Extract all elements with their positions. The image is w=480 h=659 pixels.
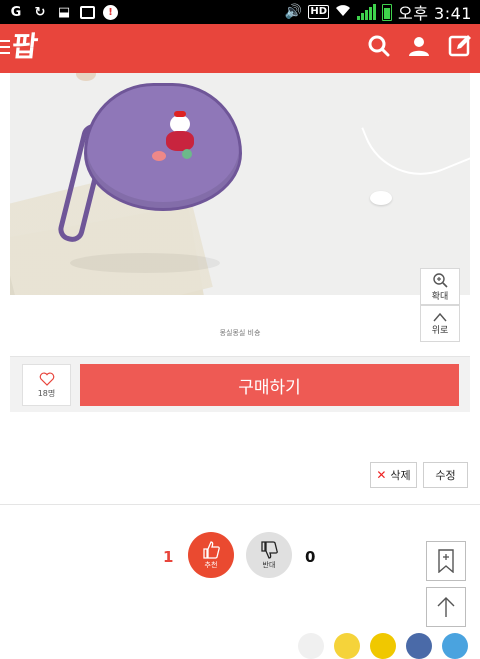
divider <box>0 504 480 505</box>
battery-icon <box>382 3 393 21</box>
bookmark-add-button[interactable] <box>426 541 466 581</box>
wifi-icon <box>335 3 351 21</box>
heart-icon <box>39 372 54 386</box>
notification-icon: ! <box>103 4 118 20</box>
share-icon[interactable] <box>298 633 324 659</box>
zoom-in-button[interactable]: 확대 <box>420 268 460 305</box>
download-icon: ⬓ <box>57 4 71 20</box>
share-kakaostory-icon[interactable] <box>370 633 396 659</box>
thumbs-down-icon <box>261 541 278 559</box>
upvote-button[interactable]: 추천 <box>188 532 234 578</box>
product-caption: 몽실몽실 비숑 <box>219 329 261 337</box>
product-image[interactable] <box>10 73 470 295</box>
share-kakao-icon[interactable] <box>334 633 360 659</box>
shell-decor <box>76 73 96 81</box>
edit-button[interactable]: 수정 <box>423 462 468 488</box>
earbud <box>370 191 392 205</box>
write-icon[interactable] <box>448 34 472 58</box>
clock: 오후 3:41 <box>398 4 472 23</box>
downvote-label: 반대 <box>262 561 276 569</box>
hd-badge: HD <box>308 5 330 19</box>
signal-icon <box>357 4 377 20</box>
zoom-in-label: 확대 <box>431 291 449 302</box>
bichon-character <box>160 111 200 157</box>
downvote-button[interactable]: 반대 <box>246 532 292 578</box>
status-bar: G ↻ ⬓ ! 🔊 HD 오후 3:41 <box>0 0 480 24</box>
chevron-up-icon <box>433 312 447 321</box>
app-logo[interactable]: 팝 <box>10 30 37 64</box>
arrow-up-icon <box>437 597 455 617</box>
refresh-icon: ↻ <box>34 4 46 20</box>
g-icon: G <box>10 4 22 20</box>
menu-icon[interactable] <box>0 40 10 58</box>
magnifier-plus-icon <box>433 272 448 288</box>
upvote-label: 추천 <box>204 561 218 569</box>
bookmark-plus-icon <box>438 549 454 573</box>
like-button[interactable]: 18명 <box>22 364 71 406</box>
user-icon[interactable] <box>408 35 430 57</box>
thumbs-up-icon <box>203 541 220 559</box>
app-header: 팝 <box>0 24 480 73</box>
earphone-cable <box>361 83 470 193</box>
share-twitter-icon[interactable] <box>442 633 468 659</box>
volume-icon: 🔊 <box>284 4 303 20</box>
edit-label: 수정 <box>435 469 456 482</box>
close-icon: ✕ <box>376 468 387 482</box>
image-icon <box>80 5 95 19</box>
buy-button[interactable]: 구매하기 <box>80 364 459 406</box>
delete-button[interactable]: ✕ 삭제 <box>370 462 417 488</box>
like-count: 18명 <box>37 388 56 398</box>
upvote-count: 1 <box>163 548 174 566</box>
delete-label: 삭제 <box>390 469 411 482</box>
scroll-top-button[interactable] <box>426 587 466 627</box>
downvote-count: 0 <box>305 548 316 566</box>
share-facebook-icon[interactable] <box>406 633 432 659</box>
search-icon[interactable] <box>368 35 390 57</box>
